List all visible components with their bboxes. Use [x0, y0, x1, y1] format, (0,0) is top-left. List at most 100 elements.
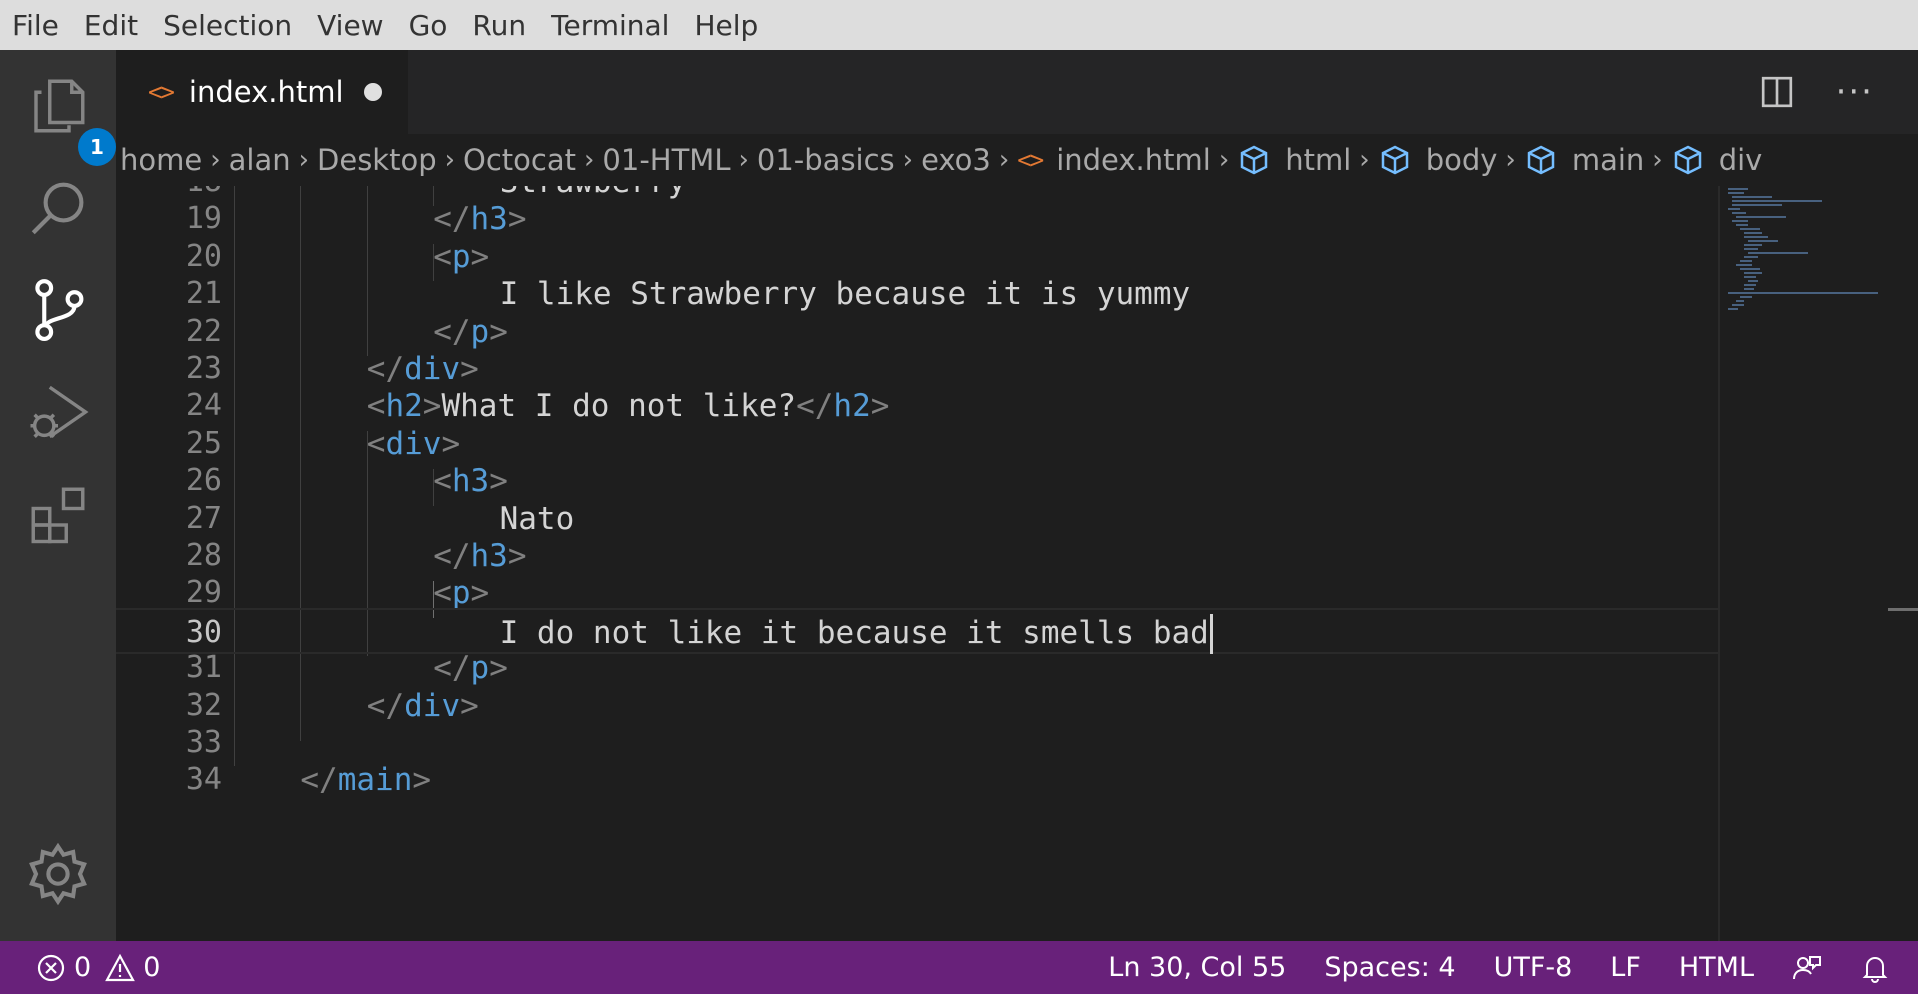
source-control-icon: [35, 279, 84, 341]
minimap-line: [1744, 284, 1756, 286]
breadcrumb-file[interactable]: <> index.html: [1017, 143, 1211, 177]
extensions-button[interactable]: [22, 478, 94, 550]
minimap-line: [1732, 212, 1746, 214]
breadcrumb-folder-exo3[interactable]: exo3: [921, 143, 991, 177]
split-editor-icon[interactable]: [1760, 75, 1794, 109]
unsaved-dot-icon[interactable]: [363, 83, 382, 101]
code-text: </main>: [300, 762, 432, 799]
breadcrumb-folder-01-html[interactable]: 01-HTML: [602, 143, 730, 177]
feedback-icon[interactable]: [1792, 953, 1822, 983]
menu-file[interactable]: File: [12, 9, 59, 42]
activity-bar: 1: [0, 50, 116, 941]
run-debug-icon: [30, 385, 89, 439]
minimap-line: [1748, 252, 1808, 254]
minimap-line: [1744, 288, 1754, 290]
chevron-right-icon: ›: [210, 145, 221, 175]
menu-run[interactable]: Run: [472, 9, 526, 42]
language-mode[interactable]: HTML: [1679, 952, 1754, 983]
menu-help[interactable]: Help: [694, 9, 758, 42]
minimap-line: [1748, 280, 1758, 282]
menu-selection[interactable]: Selection: [163, 9, 292, 42]
breadcrumb-symbol-main[interactable]: main: [1524, 143, 1644, 177]
encoding[interactable]: UTF-8: [1494, 952, 1573, 983]
indentation[interactable]: Spaces: 4: [1324, 952, 1455, 983]
minimap-line: [1744, 236, 1768, 238]
minimap-scroll-indicator[interactable]: [1888, 608, 1918, 611]
warning-icon: [105, 953, 136, 981]
problems-indicator[interactable]: 0 0: [0, 952, 160, 983]
more-actions-icon[interactable]: ···: [1836, 72, 1874, 112]
breadcrumb-symbol-label: div: [1718, 143, 1763, 177]
breadcrumb-symbol-div[interactable]: div: [1671, 143, 1763, 177]
chevron-right-icon: ›: [584, 145, 595, 175]
line-ending[interactable]: LF: [1610, 952, 1641, 983]
code-line[interactable]: 34 </main>: [116, 757, 1718, 803]
menu-bar: File Edit Selection View Go Run Terminal Help: [0, 0, 1918, 50]
minimap-line: [1744, 256, 1758, 258]
minimap-line: [1744, 244, 1762, 246]
minimap-line: [1732, 304, 1744, 306]
symbol-cube-icon: [1240, 145, 1268, 175]
chevron-right-icon: ›: [998, 145, 1010, 175]
breadcrumb-symbol-html[interactable]: html: [1237, 143, 1351, 177]
breadcrumb-symbol-label: html: [1285, 143, 1352, 177]
chevron-right-icon: ›: [1218, 145, 1230, 175]
breadcrumb-folder-alan[interactable]: alan: [229, 143, 291, 177]
breadcrumb-file-label: index.html: [1056, 143, 1211, 177]
tab-bar: <> index.html ···: [116, 50, 1918, 134]
error-icon: [37, 954, 65, 981]
minimap-line: [1728, 192, 1744, 194]
search-icon: [31, 182, 84, 235]
chevron-right-icon: ›: [738, 145, 749, 175]
tab-index-html[interactable]: <> index.html: [116, 50, 408, 134]
minimap[interactable]: [1718, 186, 1918, 941]
chevron-right-icon: ›: [1359, 145, 1370, 175]
error-count: 0: [74, 952, 92, 983]
symbol-cube-icon: [1674, 145, 1701, 175]
minimap-line: [1740, 296, 1752, 298]
notifications-bell-icon[interactable]: [1860, 953, 1890, 983]
minimap-line: [1736, 216, 1786, 218]
minimap-line: [1744, 276, 1756, 278]
line-number: 34: [185, 762, 222, 798]
breadcrumb-folder-desktop[interactable]: Desktop: [317, 143, 437, 177]
minimap-line: [1732, 200, 1822, 202]
minimap-line: [1744, 232, 1762, 234]
chevron-right-icon: ›: [1505, 145, 1516, 175]
symbol-cube-icon: [1381, 145, 1408, 175]
source-control-button[interactable]: [22, 274, 94, 346]
symbol-cube-icon: [1527, 145, 1555, 175]
minimap-line: [1740, 260, 1752, 262]
breadcrumb-symbol-body[interactable]: body: [1378, 143, 1498, 177]
explorer-icon: [34, 79, 85, 133]
menu-view[interactable]: View: [317, 9, 383, 42]
breadcrumb-folder-octocat[interactable]: Octocat: [463, 143, 576, 177]
minimap-line: [1744, 248, 1758, 250]
run-debug-button[interactable]: [22, 376, 94, 448]
cursor-position[interactable]: Ln 30, Col 55: [1108, 952, 1286, 983]
tab-label: index.html: [188, 75, 344, 109]
status-bar: 0 0 Ln 30, Col 55 Spaces: 4 UTF-8 LF HTM…: [0, 941, 1918, 994]
minimap-line: [1728, 292, 1878, 294]
editor-actions: ···: [1760, 50, 1918, 134]
code-editor[interactable]: 18Strawberry19</h3>20<p>21I like Strawbe…: [116, 186, 1718, 941]
breadcrumb-folder-01-basics[interactable]: 01-basics: [757, 143, 895, 177]
menu-terminal[interactable]: Terminal: [551, 9, 669, 42]
breadcrumb: home › alan › Desktop › Octocat › 01-HTML › 01-bas…: [116, 134, 1918, 186]
minimap-line: [1728, 188, 1748, 190]
minimap-line: [1736, 224, 1748, 226]
settings-button[interactable]: [22, 838, 94, 910]
minimap-line: [1728, 208, 1740, 210]
explorer-button[interactable]: 1: [22, 70, 116, 166]
minimap-line: [1736, 300, 1744, 302]
search-button[interactable]: [22, 172, 94, 244]
breadcrumb-symbol-label: body: [1425, 143, 1498, 177]
minimap-line: [1740, 268, 1760, 270]
menu-go[interactable]: Go: [409, 9, 448, 42]
minimap-line: [1748, 240, 1778, 242]
chevron-right-icon: ›: [902, 145, 914, 175]
explorer-badge: 1: [78, 128, 116, 166]
settings-gear-icon: [29, 842, 87, 906]
breadcrumb-folder-home[interactable]: home: [120, 143, 202, 177]
menu-edit[interactable]: Edit: [84, 9, 138, 42]
